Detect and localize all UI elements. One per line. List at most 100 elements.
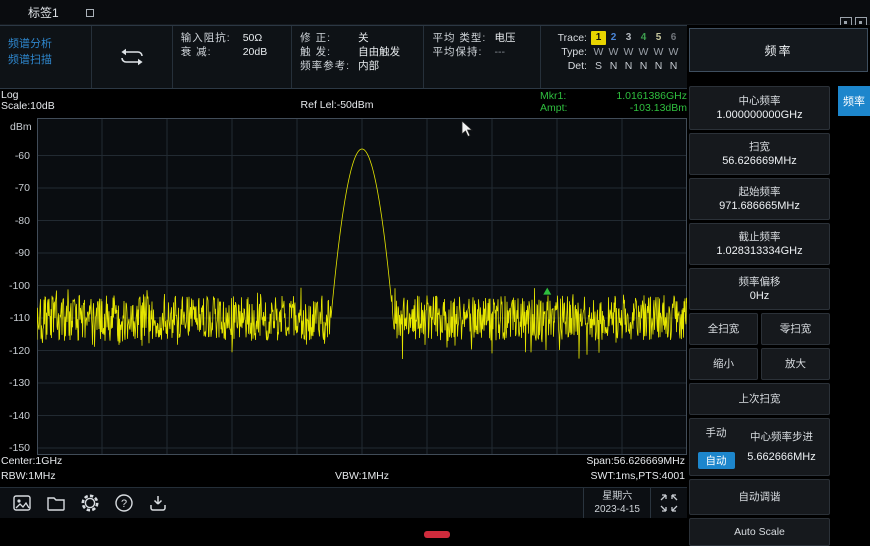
marker-frequency: 1.0161386GHz	[616, 91, 687, 102]
bottom-center-indicator	[424, 531, 450, 538]
trace-det-4: N	[636, 59, 651, 73]
trace-6[interactable]: 6	[666, 31, 681, 45]
det-label: Det:	[551, 59, 587, 73]
swt-readout: SWT:1ms,PTS:4001	[437, 471, 685, 482]
impedance-value: 50Ω	[243, 31, 285, 45]
folder-icon	[45, 493, 67, 513]
marker-readout: Mkr1: 1.0161386GHz	[540, 91, 687, 102]
avg-hold-label: 平均保持:	[432, 45, 494, 59]
span-readout: Span:56.626669MHz	[437, 456, 685, 467]
trace-table: Trace: 123456 Type: WWWWWW Det: SNNNNN	[541, 26, 687, 88]
full-span-button[interactable]: 全扫宽	[689, 313, 758, 345]
cf-step-button[interactable]: 手动 自动 中心频率步进 5.662666MHz	[689, 418, 830, 476]
start-frequency-button[interactable]: 起始频率 971.686665MHz	[689, 178, 830, 220]
y-axis-tick: -130	[0, 377, 30, 389]
span-button[interactable]: 扫宽 56.626669MHz	[689, 133, 830, 175]
trace-det-2: N	[606, 59, 621, 73]
zoom-out-button[interactable]: 缩小	[689, 348, 758, 380]
freq-ref-label: 频率参考:	[300, 59, 358, 73]
y-axis-unit: dBm	[10, 121, 32, 133]
last-span-button[interactable]: 上次扫宽	[689, 383, 830, 415]
avg-hold-value: ---	[494, 45, 534, 59]
trace-3[interactable]: 3	[621, 31, 636, 45]
tab-label[interactable]: 标签1	[28, 4, 59, 21]
frequency-offset-label: 频率偏移	[739, 275, 781, 289]
save-button[interactable]	[146, 491, 170, 515]
full-span-label: 全扫宽	[708, 322, 740, 336]
date-label: 2023-4-15	[594, 503, 640, 516]
auto-scale-button[interactable]: Auto Scale	[689, 518, 830, 546]
zoom-out-label: 缩小	[713, 357, 734, 371]
y-axis-tick: -100	[0, 280, 30, 292]
help-button[interactable]: ?	[112, 491, 136, 515]
marker-amplitude-readout: Ampt: -103.13dBm	[540, 103, 687, 114]
weekday-label: 星期六	[594, 490, 640, 503]
center-frequency-button[interactable]: 中心频率 1.000000000GHz	[689, 86, 830, 130]
auto-tune-button[interactable]: 自动调谐	[689, 479, 830, 515]
stop-frequency-value: 1.028313334GHz	[716, 244, 802, 258]
frequency-menu-panel: 频率 中心频率 1.000000000GHz 扫宽 56.626669MHz 起…	[687, 25, 870, 517]
correction-label: 修 正:	[300, 31, 358, 45]
screenshot-icon	[11, 493, 33, 513]
trace-type-6: W	[666, 45, 681, 59]
cf-step-label: 中心频率步进	[750, 430, 813, 444]
frequency-offset-button[interactable]: 频率偏移 0Hz	[689, 268, 830, 310]
tab-pin-icon[interactable]	[86, 9, 94, 17]
avg-type-label: 平均 类型:	[432, 31, 494, 45]
frequency-offset-value: 0Hz	[750, 289, 770, 303]
trace-type-5: W	[651, 45, 666, 59]
trace-type-2: W	[606, 45, 621, 59]
file-manager-button[interactable]	[44, 491, 68, 515]
auto-tune-label: 自动调谐	[739, 490, 781, 504]
status-toolbar: 频谱分析 频谱扫描 输入阻抗:50Ω 衰 减:20dB 修 正:关 触 发:自由…	[0, 25, 687, 89]
span-value: 56.626669MHz	[722, 154, 797, 168]
type-label: Type:	[551, 45, 587, 59]
cf-step-value: 5.662666MHz	[747, 450, 816, 464]
freq-ref-value: 内部	[358, 59, 417, 73]
title-bar: 标签1	[0, 0, 870, 25]
trace-det-1: S	[591, 59, 606, 73]
manual-label[interactable]: 手动	[706, 425, 727, 440]
gear-icon	[79, 492, 101, 514]
avg-type-value: 电压	[494, 31, 534, 45]
date-display: 星期六 2023-4-15	[583, 488, 651, 518]
trace-4[interactable]: 4	[636, 31, 651, 45]
zoom-in-button[interactable]: 放大	[761, 348, 830, 380]
atten-label: 衰 减:	[181, 45, 243, 59]
mode-nav: 频谱分析 频谱扫描	[0, 26, 92, 88]
trace-type-1: W	[591, 45, 606, 59]
question-icon: ?	[113, 492, 135, 514]
y-axis-tick: -140	[0, 410, 30, 422]
auto-toggle-button[interactable]: 自动	[698, 452, 735, 469]
mouse-cursor	[461, 120, 474, 143]
trace-5[interactable]: 5	[651, 31, 666, 45]
input-settings: 输入阻抗:50Ω 衰 减:20dB	[173, 26, 292, 88]
connection-status-button[interactable]	[651, 488, 687, 518]
ampt-label: Ampt:	[540, 103, 567, 114]
auto-scale-label: Auto Scale	[734, 525, 785, 539]
zero-span-button[interactable]: 零扫宽	[761, 313, 830, 345]
trace-2[interactable]: 2	[606, 31, 621, 45]
spectrum-plot[interactable]	[37, 118, 687, 455]
nav-spectrum-sweep[interactable]: 频谱扫描	[8, 52, 85, 68]
nav-spectrum-analysis[interactable]: 频谱分析	[8, 36, 85, 52]
settings-button[interactable]	[78, 491, 102, 515]
ampt-value: -103.13dBm	[630, 103, 687, 114]
trace-1[interactable]: 1	[591, 31, 606, 45]
span-label: 扫宽	[749, 140, 770, 154]
svg-text:?: ?	[121, 498, 127, 510]
center-freq-readout: Center:1GHz	[1, 456, 62, 467]
y-axis-tick: -90	[0, 247, 30, 259]
average-settings: 平均 类型:电压 平均保持:---	[424, 26, 541, 88]
y-axis-tick: -80	[0, 215, 30, 227]
impedance-label: 输入阻抗:	[181, 31, 243, 45]
screenshot-button[interactable]	[10, 491, 34, 515]
repeat-icon	[116, 46, 148, 68]
stop-frequency-label: 截止频率	[739, 230, 781, 244]
trace-type-4: W	[636, 45, 651, 59]
active-menu-tab[interactable]: 频率	[838, 86, 870, 116]
stop-frequency-button[interactable]: 截止频率 1.028313334GHz	[689, 223, 830, 265]
taskbar: ? 星期六 2023-4-15	[0, 487, 687, 518]
y-axis-tick: -70	[0, 182, 30, 194]
continuous-sweep-button[interactable]	[92, 26, 173, 88]
